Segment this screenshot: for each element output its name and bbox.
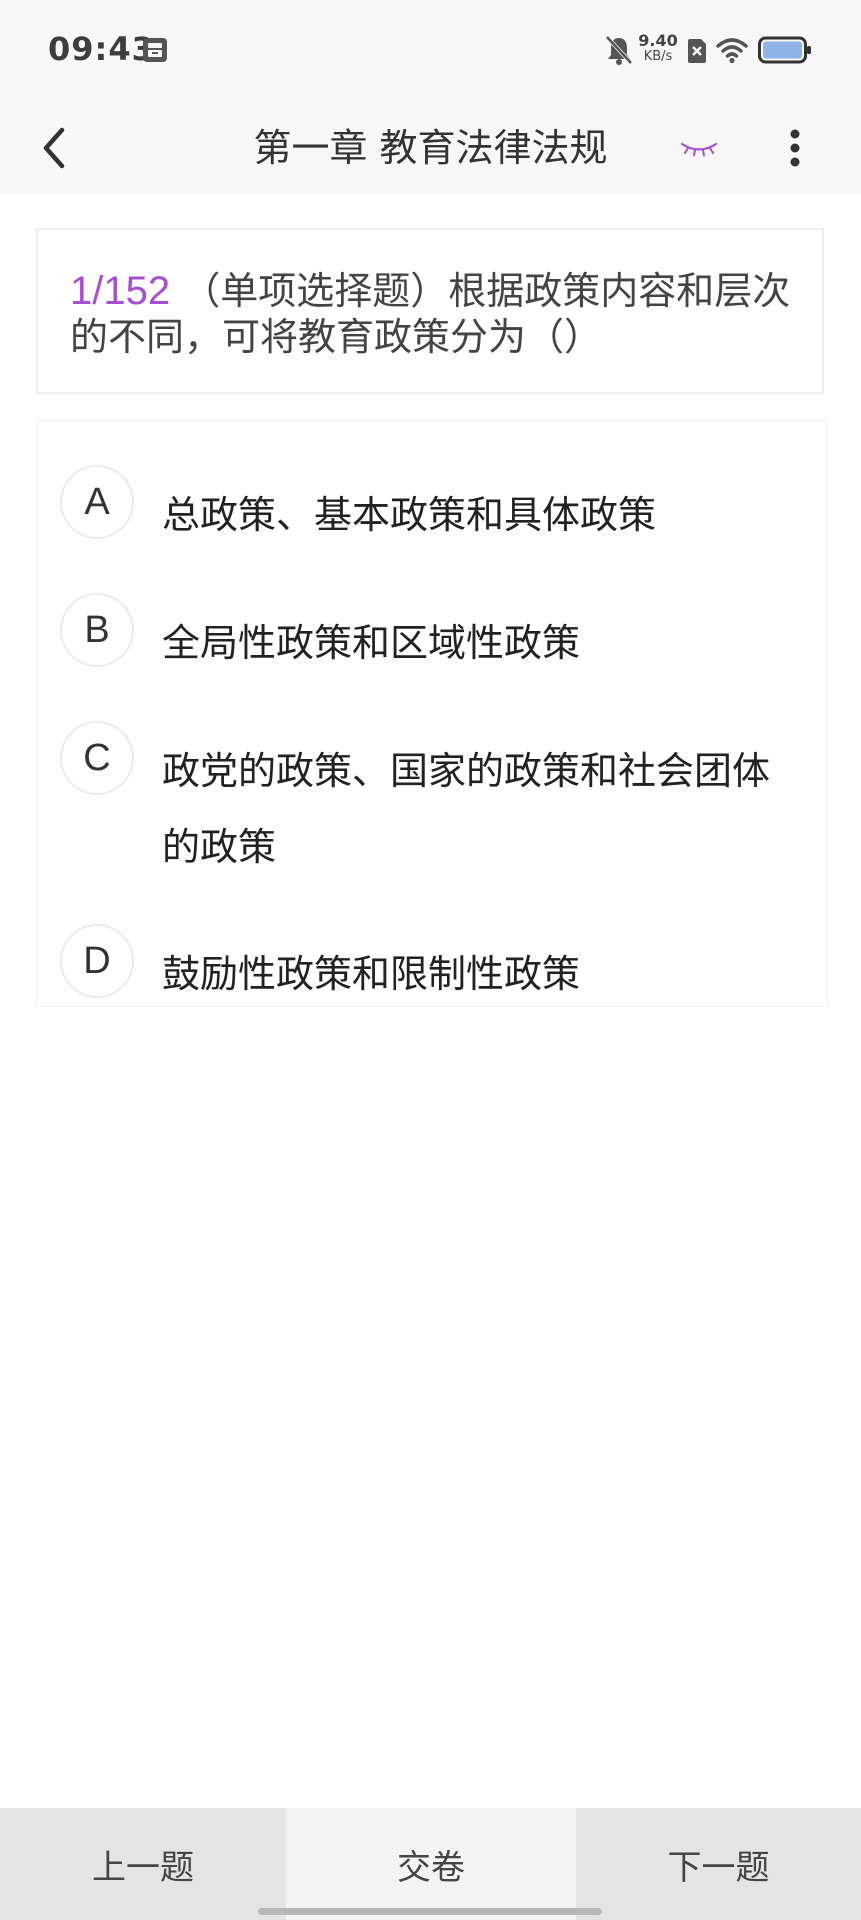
toggle-answer-visibility-button[interactable]	[674, 124, 724, 174]
status-bar: 09:43 9.40 KB/s	[0, 0, 861, 100]
options-list: A 总政策、基本政策和具体政策 B 全局性政策和区域性政策 C 政党的政策、国家…	[36, 420, 828, 1007]
home-indicator[interactable]	[258, 1908, 602, 1915]
wifi-icon	[716, 38, 748, 64]
option-letter: D	[60, 924, 134, 998]
next-question-button[interactable]: 下一题	[576, 1808, 861, 1920]
network-speed: 9.40 KB/s	[638, 33, 678, 65]
battery-icon	[758, 36, 811, 64]
option-text: 政党的政策、国家的政策和社会团体的政策	[162, 749, 771, 869]
question-stem: 1/152 （单项选择题）根据政策内容和层次的不同，可将教育政策分为（）	[70, 268, 810, 360]
option-text: 鼓励性政策和限制性政策	[162, 952, 581, 996]
question-index: 1/152	[70, 269, 171, 313]
option-text: 全局性政策和区域性政策	[162, 621, 581, 665]
submit-exam-button[interactable]: 交卷	[286, 1808, 576, 1920]
question-card: 1/152 （单项选择题）根据政策内容和层次的不同，可将教育政策分为（）	[36, 228, 824, 394]
no-sim-icon	[688, 39, 706, 63]
network-speed-unit: KB/s	[643, 49, 673, 64]
bell-muted-icon	[605, 35, 633, 65]
bottom-navigation-bar: 上一题 交卷 下一题	[0, 1808, 861, 1920]
previous-question-button[interactable]: 上一题	[0, 1808, 286, 1920]
option-letter: C	[60, 721, 134, 795]
page-title: 第一章 教育法律法规	[253, 126, 608, 170]
question-text: （单项选择题）根据政策内容和层次的不同，可将教育政策分为（）	[70, 269, 791, 359]
option-letter: B	[60, 593, 134, 667]
status-time: 09:43	[48, 30, 155, 68]
back-button[interactable]	[22, 116, 86, 180]
more-vertical-icon	[790, 129, 800, 167]
network-speed-value: 9.40	[638, 31, 678, 50]
chevron-left-icon	[43, 127, 65, 169]
option-letter: A	[60, 465, 134, 539]
option-text: 总政策、基本政策和具体政策	[162, 493, 657, 537]
eye-closed-icon	[680, 142, 718, 157]
more-options-button[interactable]	[774, 116, 816, 180]
app-notification-icon	[143, 38, 167, 62]
header-bar: 第一章 教育法律法规	[0, 100, 861, 194]
